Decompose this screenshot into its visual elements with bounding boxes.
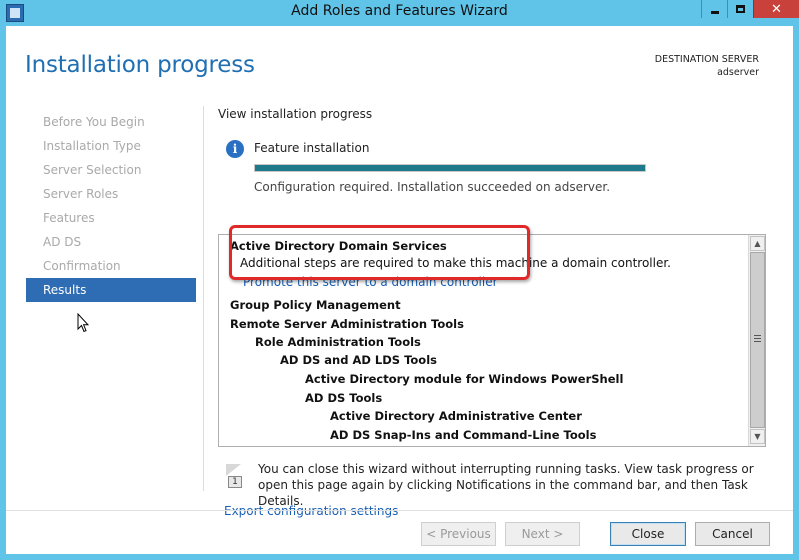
note-badge: 1	[228, 476, 242, 488]
notification-flag-icon: 1	[226, 464, 242, 488]
window-controls: ✕	[701, 0, 799, 18]
close-wizard-note: You can close this wizard without interr…	[258, 462, 754, 508]
result-ad-admin-center: Active Directory Administrative Center	[330, 409, 582, 423]
info-icon: i	[226, 140, 244, 158]
scroll-down-icon[interactable]: ▼	[750, 429, 765, 444]
result-adds-adlds-tools: AD DS and AD LDS Tools	[280, 353, 437, 367]
minimize-icon	[702, 0, 727, 18]
result-group-policy: Group Policy Management	[230, 298, 401, 312]
nav-step-installation-type[interactable]: Installation Type	[26, 134, 196, 158]
result-ad-powershell: Active Directory module for Windows Powe…	[305, 372, 624, 386]
nav-step-before-you-begin[interactable]: Before You Begin	[26, 110, 196, 134]
installation-status-text: Configuration required. Installation suc…	[254, 180, 611, 194]
close-button[interactable]: Close	[610, 522, 686, 546]
note-flag	[226, 464, 241, 476]
result-ad-ds-tools: AD DS Tools	[305, 391, 383, 405]
nav-divider	[203, 106, 204, 491]
maximize-icon	[728, 0, 753, 18]
export-configuration-link[interactable]: Export configuration settings	[224, 504, 398, 518]
cancel-button[interactable]: Cancel	[695, 522, 770, 546]
results-scrollbar[interactable]: ▲ ▼	[748, 235, 765, 446]
close-icon: ✕	[771, 1, 782, 17]
next-button[interactable]: Next >	[505, 522, 580, 546]
wizard-steps-nav: Before You Begin Installation Type Serve…	[26, 110, 196, 302]
feature-installation-label: Feature installation	[254, 141, 370, 155]
nav-step-confirmation[interactable]: Confirmation	[26, 254, 196, 278]
destination-server: DESTINATION SERVER adserver	[655, 53, 759, 79]
scroll-up-icon[interactable]: ▲	[750, 236, 765, 251]
minimize-button[interactable]	[701, 0, 727, 18]
section-title: View installation progress	[218, 107, 373, 121]
nav-step-ad-ds[interactable]: AD DS	[26, 230, 196, 254]
destination-server-name: adserver	[717, 67, 759, 78]
close-window-button[interactable]: ✕	[753, 0, 799, 18]
window-right-border	[793, 26, 799, 560]
footer-divider	[6, 510, 793, 511]
result-adds-snapins: AD DS Snap-Ins and Command-Line Tools	[330, 428, 597, 442]
progress-fill	[255, 165, 645, 171]
result-role-admin-tools: Role Administration Tools	[255, 335, 421, 349]
installation-progress-bar	[254, 164, 646, 172]
previous-button[interactable]: < Previous	[421, 522, 496, 546]
wizard-client-area: Installation progress DESTINATION SERVER…	[6, 26, 793, 554]
nav-step-server-selection[interactable]: Server Selection	[26, 158, 196, 182]
window-title: Add Roles and Features Wizard	[291, 3, 508, 19]
result-rsat: Remote Server Administration Tools	[230, 317, 464, 331]
maximize-button[interactable]	[727, 0, 753, 18]
highlight-callout	[229, 225, 530, 280]
scrollbar-thumb[interactable]	[750, 252, 765, 428]
page-title: Installation progress	[25, 52, 255, 78]
nav-step-results[interactable]: Results	[26, 278, 196, 302]
mouse-cursor-icon	[77, 313, 89, 333]
nav-step-server-roles[interactable]: Server Roles	[26, 182, 196, 206]
title-bar: Add Roles and Features Wizard ✕	[0, 0, 799, 26]
grip-icon	[754, 335, 761, 342]
nav-step-features[interactable]: Features	[26, 206, 196, 230]
destination-label: DESTINATION SERVER	[654, 54, 759, 65]
